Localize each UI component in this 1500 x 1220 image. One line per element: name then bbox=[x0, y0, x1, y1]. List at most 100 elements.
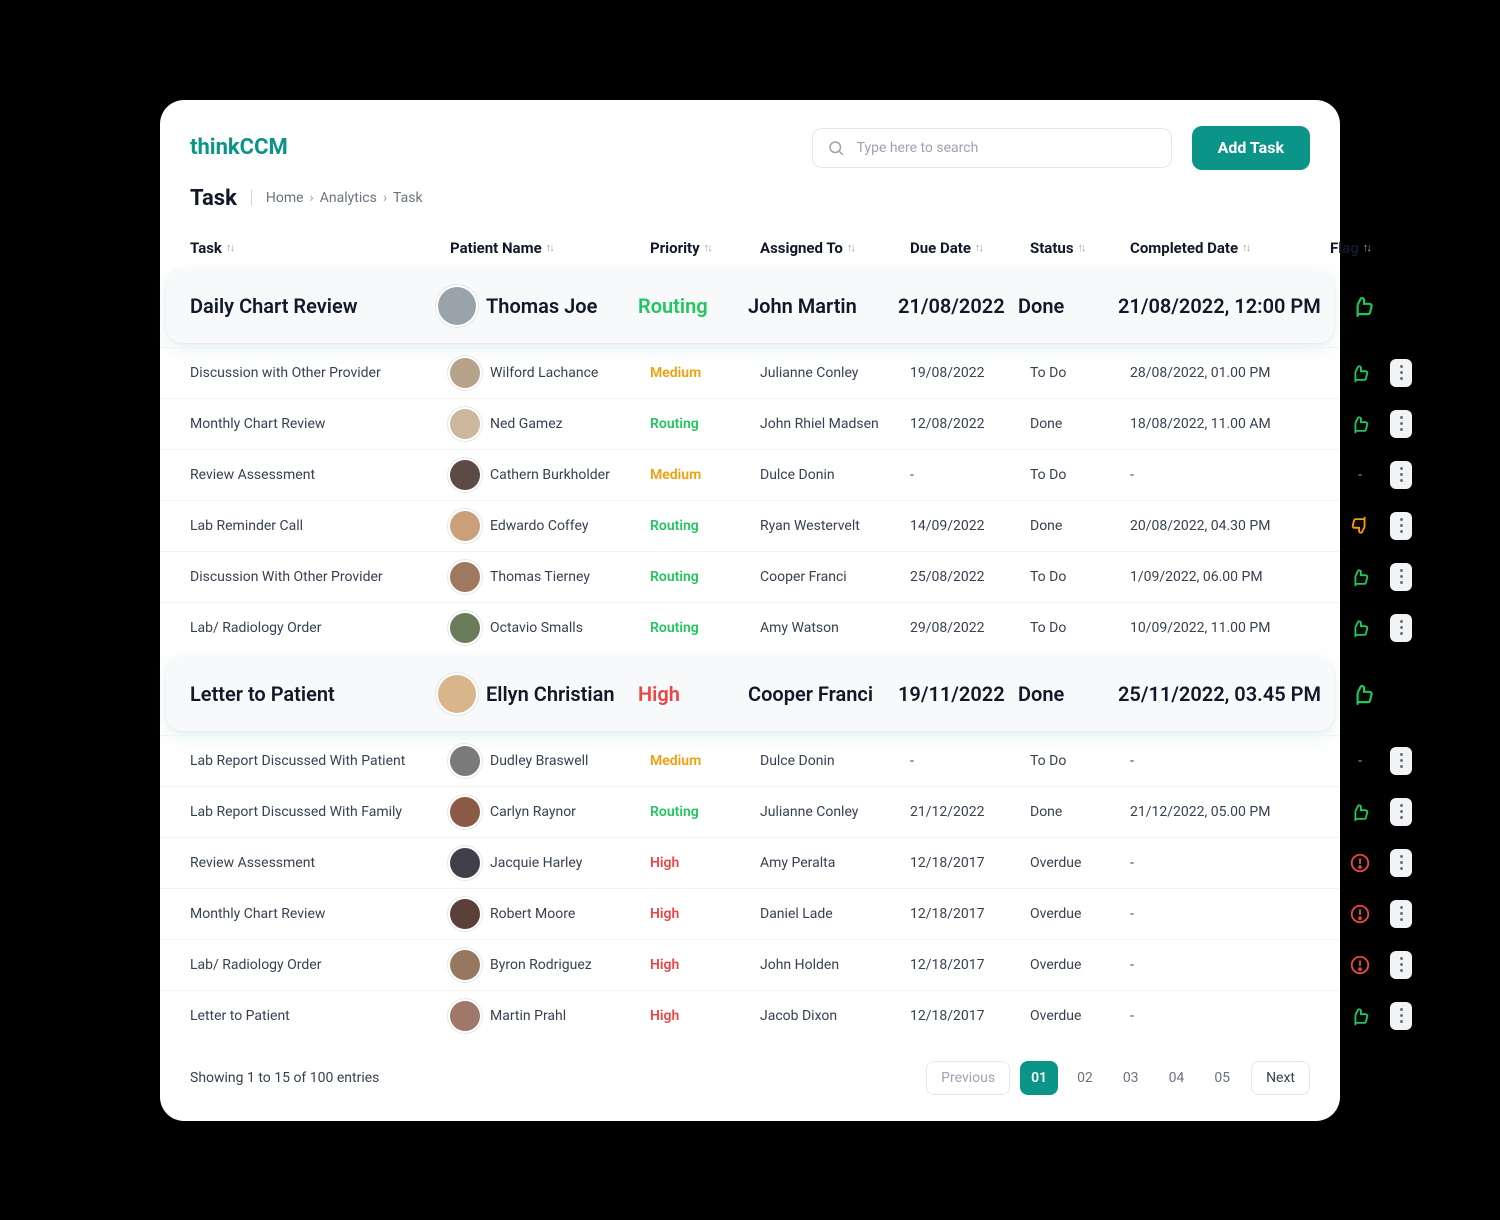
flag-icon[interactable] bbox=[1330, 566, 1390, 588]
cell-priority: High bbox=[650, 957, 760, 973]
col-priority[interactable]: Priority↑↓ bbox=[650, 239, 760, 257]
cell-patient: Cathern Burkholder bbox=[450, 460, 650, 490]
table-row[interactable]: Discussion With Other ProviderThomas Tie… bbox=[160, 551, 1340, 602]
flag-icon[interactable]: - bbox=[1330, 753, 1390, 769]
col-completed[interactable]: Completed Date↑↓ bbox=[1130, 239, 1330, 257]
crumb-task[interactable]: Task bbox=[393, 190, 423, 206]
table-row[interactable]: Review AssessmentCathern BurkholderMediu… bbox=[160, 449, 1340, 500]
table-row[interactable]: Monthly Chart ReviewNed GamezRoutingJohn… bbox=[160, 398, 1340, 449]
flag-icon[interactable] bbox=[1338, 293, 1388, 319]
table-row[interactable]: Letter to PatientMartin PrahlHighJacob D… bbox=[160, 990, 1340, 1041]
crumb-home[interactable]: Home bbox=[266, 190, 304, 206]
row-menu-button[interactable] bbox=[1390, 951, 1412, 979]
search-box[interactable] bbox=[812, 128, 1172, 168]
cell-due: 12/18/2017 bbox=[910, 1008, 1030, 1024]
row-menu-button[interactable] bbox=[1390, 798, 1412, 826]
flag-icon[interactable] bbox=[1338, 681, 1388, 707]
cell-status: To Do bbox=[1030, 365, 1130, 381]
page-01[interactable]: 01 bbox=[1020, 1061, 1058, 1095]
row-menu-button[interactable] bbox=[1390, 614, 1412, 642]
cell-patient: Ned Gamez bbox=[450, 409, 650, 439]
cell-task: Letter to Patient bbox=[190, 1008, 450, 1024]
col-status[interactable]: Status↑↓ bbox=[1030, 239, 1130, 257]
cell-due: 12/08/2022 bbox=[910, 416, 1030, 432]
col-assigned[interactable]: Assigned To↑↓ bbox=[760, 239, 910, 257]
patient-name: Cathern Burkholder bbox=[490, 467, 610, 483]
page-04[interactable]: 04 bbox=[1158, 1061, 1196, 1095]
table-row[interactable]: Lab/ Radiology OrderOctavio SmallsRoutin… bbox=[160, 602, 1340, 653]
table-row[interactable]: Lab Reminder CallEdwardo CoffeyRoutingRy… bbox=[160, 500, 1340, 551]
cell-due: 19/08/2022 bbox=[910, 365, 1030, 381]
add-task-button[interactable]: Add Task bbox=[1192, 126, 1310, 170]
table-row[interactable]: Discussion with Other ProviderWilford La… bbox=[160, 347, 1340, 398]
crumb-analytics[interactable]: Analytics bbox=[320, 190, 377, 206]
row-menu-button[interactable] bbox=[1390, 849, 1412, 877]
flag-icon[interactable] bbox=[1330, 852, 1390, 874]
row-menu-button[interactable] bbox=[1390, 1002, 1412, 1030]
cell-priority: Medium bbox=[650, 753, 760, 769]
cell-due: 12/18/2017 bbox=[910, 855, 1030, 871]
flag-icon[interactable]: - bbox=[1330, 467, 1390, 483]
chevron-right-icon: › bbox=[310, 190, 314, 206]
cell-priority: Routing bbox=[650, 569, 760, 585]
cell-status: To Do bbox=[1030, 620, 1130, 636]
cell-due: 29/08/2022 bbox=[910, 620, 1030, 636]
col-flag[interactable]: Flag↑↓ bbox=[1330, 239, 1390, 257]
cell-due: 14/09/2022 bbox=[910, 518, 1030, 534]
row-menu-button[interactable] bbox=[1390, 512, 1412, 540]
flag-icon[interactable] bbox=[1330, 801, 1390, 823]
avatar bbox=[450, 358, 480, 388]
search-input[interactable] bbox=[855, 139, 1157, 157]
cell-status: Done bbox=[1030, 804, 1130, 820]
row-menu-button[interactable] bbox=[1390, 461, 1412, 489]
table-footer: Showing 1 to 15 of 100 entries Previous … bbox=[160, 1041, 1340, 1095]
cell-completed: 25/11/2022, 03.45 PM bbox=[1118, 682, 1338, 706]
row-menu-button[interactable] bbox=[1390, 410, 1412, 438]
cell-assigned: Amy Peralta bbox=[760, 855, 910, 871]
cell-priority: High bbox=[650, 855, 760, 871]
next-button[interactable]: Next bbox=[1251, 1061, 1310, 1095]
cell-status: Overdue bbox=[1030, 906, 1130, 922]
row-menu-button[interactable] bbox=[1390, 747, 1412, 775]
row-menu-button[interactable] bbox=[1390, 900, 1412, 928]
prev-button[interactable]: Previous bbox=[926, 1061, 1010, 1095]
avatar bbox=[450, 409, 480, 439]
table-row[interactable]: Lab Report Discussed With PatientDudley … bbox=[160, 735, 1340, 786]
avatar bbox=[450, 562, 480, 592]
cell-patient: Ellyn Christian bbox=[438, 675, 638, 713]
flag-icon[interactable] bbox=[1330, 617, 1390, 639]
flag-icon[interactable] bbox=[1330, 362, 1390, 384]
sort-icon: ↑↓ bbox=[1363, 241, 1370, 254]
table-row[interactable]: Lab/ Radiology OrderByron RodriguezHighJ… bbox=[160, 939, 1340, 990]
cell-task: Discussion With Other Provider bbox=[190, 569, 450, 585]
sort-icon: ↑↓ bbox=[704, 241, 711, 254]
cell-task: Lab/ Radiology Order bbox=[190, 620, 450, 636]
col-task[interactable]: Task↑↓ bbox=[190, 239, 450, 257]
page-02[interactable]: 02 bbox=[1066, 1061, 1104, 1095]
row-menu-button[interactable] bbox=[1390, 359, 1412, 387]
col-patient[interactable]: Patient Name↑↓ bbox=[450, 239, 650, 257]
row-menu-button[interactable] bbox=[1390, 563, 1412, 591]
page-03[interactable]: 03 bbox=[1112, 1061, 1150, 1095]
cell-assigned: Daniel Lade bbox=[760, 906, 910, 922]
table-row[interactable]: Review AssessmentJacquie HarleyHighAmy P… bbox=[160, 837, 1340, 888]
cell-priority: Routing bbox=[650, 620, 760, 636]
avatar bbox=[450, 511, 480, 541]
table-row[interactable]: Lab Report Discussed With FamilyCarlyn R… bbox=[160, 786, 1340, 837]
patient-name: Dudley Braswell bbox=[490, 753, 588, 769]
avatar bbox=[450, 1001, 480, 1031]
page-numbers: 0102030405 bbox=[1020, 1061, 1241, 1095]
flag-icon[interactable] bbox=[1330, 954, 1390, 976]
table-row[interactable]: Letter to PatientEllyn ChristianHighCoop… bbox=[166, 657, 1334, 731]
col-due[interactable]: Due Date↑↓ bbox=[910, 239, 1030, 257]
page-05[interactable]: 05 bbox=[1203, 1061, 1241, 1095]
flag-icon[interactable] bbox=[1330, 515, 1390, 537]
flag-icon[interactable] bbox=[1330, 413, 1390, 435]
flag-icon[interactable] bbox=[1330, 903, 1390, 925]
table-row[interactable]: Monthly Chart ReviewRobert MooreHighDani… bbox=[160, 888, 1340, 939]
table-row[interactable]: Daily Chart ReviewThomas JoeRoutingJohn … bbox=[166, 269, 1334, 343]
cell-completed: 20/08/2022, 04.30 PM bbox=[1130, 518, 1330, 534]
flag-icon[interactable] bbox=[1330, 1005, 1390, 1027]
cell-completed: 28/08/2022, 01.00 PM bbox=[1130, 365, 1330, 381]
subheader: Task Home › Analytics › Task bbox=[160, 186, 1340, 211]
